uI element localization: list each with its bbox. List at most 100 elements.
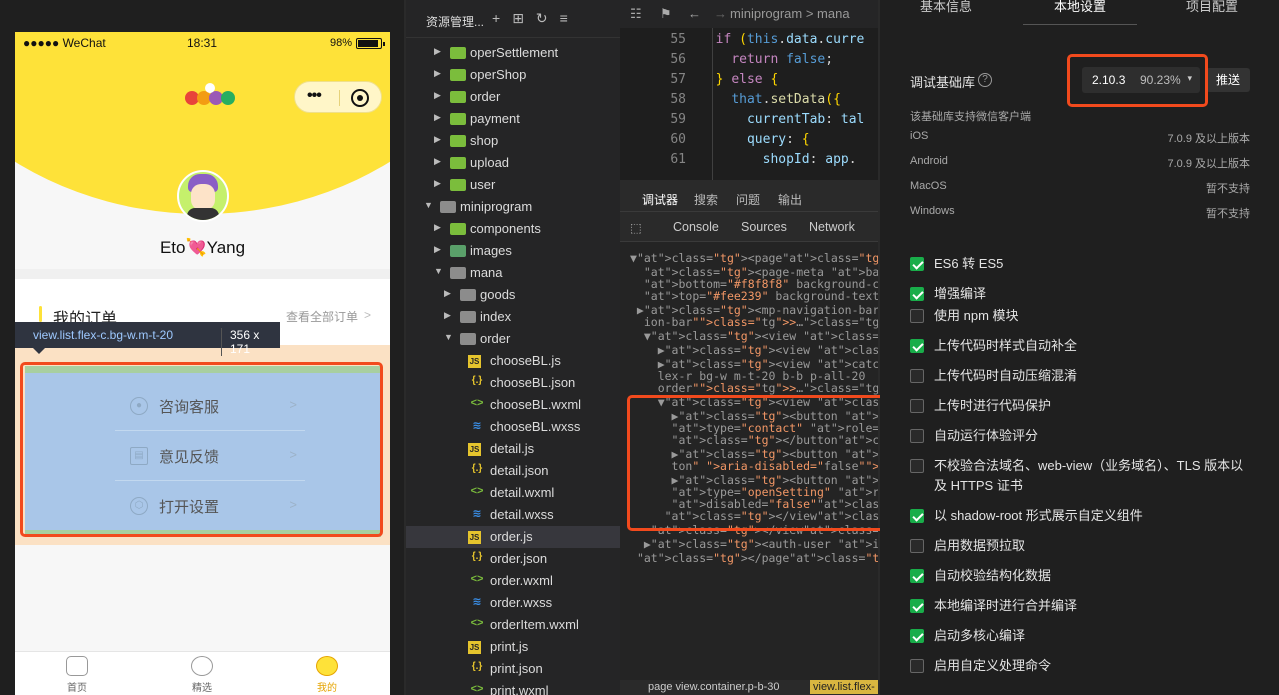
breadcrumb-current[interactable]: view.list.flex- — [810, 680, 878, 694]
more-icon[interactable]: ••• — [307, 87, 322, 105]
tree-item[interactable]: ▶ components — [406, 218, 620, 240]
checkbox-unchecked-icon[interactable] — [910, 399, 924, 413]
checkbox-checked-icon[interactable] — [910, 339, 924, 353]
tree-item[interactable]: {.} order.json — [406, 548, 620, 570]
tree-item[interactable]: ▶ images — [406, 240, 620, 262]
tree-item[interactable]: <> orderItem.wxml — [406, 614, 620, 636]
tree-item[interactable]: JS detail.js — [406, 438, 620, 460]
tree-item[interactable]: ▶ shop — [406, 130, 620, 152]
tab-project-config[interactable]: 项目配置 — [1186, 0, 1238, 15]
bookmark-icon[interactable]: ⚑ — [660, 6, 672, 22]
tab-output[interactable]: 输出 — [778, 191, 802, 208]
tab-profile[interactable]: 我的 — [297, 656, 357, 694]
dom-node[interactable]: ▼"at">class="tg"><view "at">class="list … — [630, 396, 878, 409]
chevron-right-icon[interactable]: ▶ — [434, 156, 444, 167]
tab-issues[interactable]: 问题 — [736, 191, 760, 208]
dom-node[interactable]: ▼"at">class="tg"><page"at">class="tg">> — [630, 252, 878, 265]
dom-node[interactable]: ton" ">aria-disabled="false"">class="tg"… — [630, 460, 878, 473]
tree-item[interactable]: ≋ chooseBL.wxss — [406, 416, 620, 438]
list-item-settings[interactable]: ⬡ 打开设置 > — [115, 481, 305, 531]
checkbox-checked-icon[interactable] — [910, 629, 924, 643]
mini-program-capsule[interactable]: ••• — [294, 81, 382, 113]
code-line[interactable]: 57 } else { — [620, 72, 878, 92]
chevron-right-icon[interactable]: ▶ — [434, 178, 444, 189]
tree-item[interactable]: <> detail.wxml — [406, 482, 620, 504]
new-file-icon[interactable]: + — [492, 10, 512, 26]
tree-item[interactable]: <> chooseBL.wxml — [406, 394, 620, 416]
code-line[interactable]: 56 return false; — [620, 52, 878, 72]
close-app-icon[interactable] — [351, 89, 369, 107]
base-library-select[interactable]: 2.10.3 90.23% ▾ — [1082, 67, 1200, 93]
chevron-right-icon[interactable]: ▶ — [444, 310, 454, 321]
dom-node[interactable]: "at">class="tg"></view"at">class="tg">> — [630, 510, 878, 523]
tree-item[interactable]: ≋ detail.wxss — [406, 504, 620, 526]
chevron-right-icon[interactable]: ▶ — [434, 112, 444, 123]
tree-item[interactable]: ▶ user — [406, 174, 620, 196]
inspect-element-icon[interactable]: ⬚ — [630, 220, 642, 235]
tree-item[interactable]: ▶ goods — [406, 284, 620, 306]
tree-item[interactable]: ≋ order.wxss — [406, 592, 620, 614]
checkbox-checked-icon[interactable] — [910, 287, 924, 301]
tab-basic-info[interactable]: 基本信息 — [920, 0, 972, 15]
collapse-icon[interactable]: ≡ — [560, 10, 580, 26]
tab-network[interactable]: Network — [809, 220, 855, 234]
back-arrow-icon[interactable]: ← — [688, 6, 701, 21]
tree-item[interactable]: ▼ miniprogram — [406, 196, 620, 218]
tree-item[interactable]: ▶ operSettlement — [406, 42, 620, 64]
tree-item[interactable]: ▶ index — [406, 306, 620, 328]
dom-node[interactable]: ▶"at">class="tg"><view "at">class="top b… — [630, 344, 878, 357]
tree-item[interactable]: ▼ order — [406, 328, 620, 350]
list-item-feedback[interactable]: ▤ 意见反馈 > — [115, 431, 305, 481]
tab-home[interactable]: 首页 — [47, 656, 107, 694]
dom-node[interactable]: ▶"at">class="tg"><auth-user "at">is="com… — [630, 538, 878, 551]
list-item-contact[interactable]: ● 咨询客服 > — [115, 381, 305, 431]
chevron-right-icon[interactable]: ▶ — [434, 68, 444, 79]
avatar[interactable] — [177, 170, 229, 222]
chevron-right-icon[interactable]: ▶ — [434, 90, 444, 101]
chevron-down-icon[interactable]: ▼ — [434, 266, 444, 276]
tab-local-settings[interactable]: 本地设置 — [1054, 0, 1106, 15]
tab-sources[interactable]: Sources — [741, 220, 787, 234]
checkbox-checked-icon[interactable] — [910, 257, 924, 271]
dom-node[interactable]: ion-bar"">class="tg">>…">class="tg"></mp… — [630, 316, 878, 329]
code-line[interactable]: 61 shopId: app. — [620, 152, 878, 172]
dom-node[interactable]: "at">class="tg"></button"at">class="tg">… — [630, 434, 878, 447]
breadcrumb-path[interactable]: page view.container.p-b-30 — [648, 681, 779, 693]
tree-item[interactable]: ▶ operShop — [406, 64, 620, 86]
tree-item[interactable]: JS chooseBL.js — [406, 350, 620, 372]
tree-item[interactable]: <> print.wxml — [406, 680, 620, 695]
chevron-right-icon[interactable]: ▶ — [434, 244, 444, 255]
dom-node[interactable]: order"">class="tg">>…">class="tg"></view… — [630, 382, 878, 395]
tree-item[interactable]: ▶ upload — [406, 152, 620, 174]
tree-item[interactable]: JS order.js — [406, 526, 620, 548]
chevron-right-icon[interactable]: ▶ — [434, 134, 444, 145]
breadcrumb[interactable]: miniprogram > mana — [730, 6, 850, 21]
chevron-down-icon[interactable]: ▼ — [444, 332, 454, 342]
tree-item[interactable]: JS print.js — [406, 636, 620, 658]
view-all-orders-link[interactable]: 查看全部订单 — [286, 308, 358, 325]
chevron-down-icon[interactable]: ▼ — [424, 200, 434, 210]
split-editor-icon[interactable]: ☷ — [630, 6, 642, 22]
tree-item[interactable]: ▼ mana — [406, 262, 620, 284]
new-folder-icon[interactable]: ⊞ — [512, 10, 536, 26]
tab-console[interactable]: Console — [673, 220, 719, 234]
forward-arrow-icon[interactable]: → — [714, 6, 727, 21]
tree-item[interactable]: ▶ order — [406, 86, 620, 108]
tree-item[interactable]: <> order.wxml — [406, 570, 620, 592]
dom-node[interactable]: ▼"at">class="tg"><view "at">class="conta… — [630, 330, 878, 343]
code-line[interactable]: 60 query: { — [620, 132, 878, 152]
tab-featured[interactable]: 精选 — [172, 656, 232, 694]
checkbox-unchecked-icon[interactable] — [910, 309, 924, 323]
tab-search[interactable]: 搜索 — [694, 191, 718, 208]
tree-item[interactable]: {.} chooseBL.json — [406, 372, 620, 394]
refresh-icon[interactable]: ↻ — [536, 10, 560, 26]
dom-node[interactable]: "at">top="#fee239" background-text-st — [630, 290, 878, 303]
code-line[interactable]: 59 currentTab: tal — [620, 112, 878, 132]
checkbox-checked-icon[interactable] — [910, 509, 924, 523]
checkbox-unchecked-icon[interactable] — [910, 659, 924, 673]
chevron-right-icon[interactable]: ▶ — [444, 288, 454, 299]
dom-node[interactable]: "at">class="tg"></page"at">class="tg">> — [630, 552, 878, 565]
dom-node[interactable]: "at">class="tg"></view"at">class="tg">> — [630, 524, 878, 537]
checkbox-unchecked-icon[interactable] — [910, 539, 924, 553]
tree-item[interactable]: {.} print.json — [406, 658, 620, 680]
